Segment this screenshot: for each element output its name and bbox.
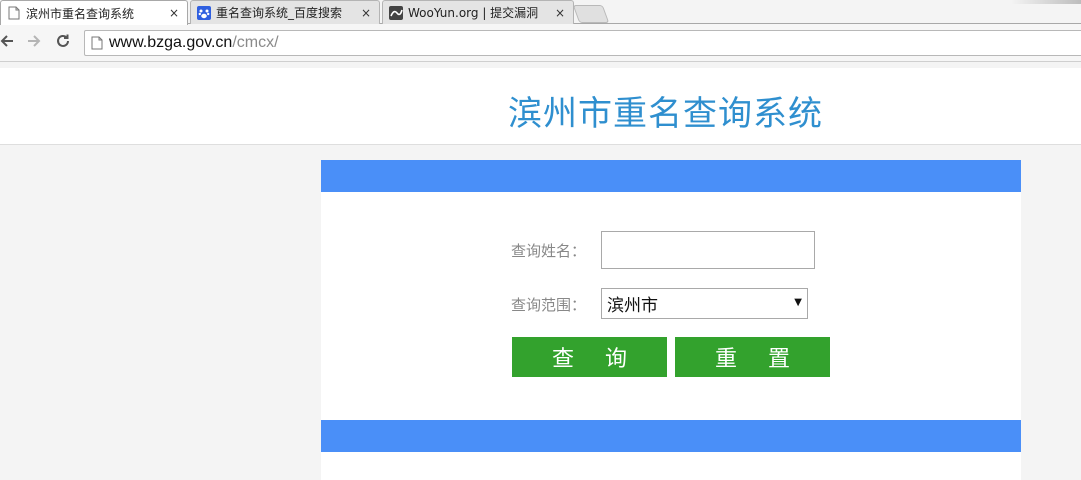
close-icon[interactable]: ×: [555, 5, 565, 21]
url-host: www.bzga.gov.cn: [109, 34, 233, 51]
reset-button[interactable]: 重 置: [675, 337, 830, 377]
reload-button[interactable]: [52, 32, 74, 54]
close-icon[interactable]: ×: [361, 5, 371, 21]
panel-bottom-band: [321, 420, 1021, 452]
browser-toolbar: www.bzga.gov.cn/cmcx/: [0, 24, 1081, 62]
back-arrow-icon: [0, 33, 15, 53]
tab-wooyun-submit[interactable]: WooYun.org | 提交漏洞 ×: [382, 0, 574, 24]
forward-button[interactable]: [23, 32, 45, 54]
window-edge-shadow: [1011, 0, 1081, 4]
name-label: 查询姓名：: [511, 242, 587, 260]
panel-top-band: [321, 160, 1021, 192]
browser-tab-strip: 滨州市重名查询系统 × 重名查询系统_百度搜索 × WooYun.org | 提…: [0, 0, 1081, 25]
tab-title: WooYun.org | 提交漏洞: [408, 6, 539, 20]
tab-bzga-duplicate-name-query[interactable]: 滨州市重名查询系统 ×: [0, 0, 188, 25]
baidu-paw-icon: [197, 5, 211, 20]
page-title: 滨州市重名查询系统: [508, 94, 823, 134]
query-panel: 查询姓名： 查询范围： 滨州市 ▼ 查 询 重 置: [321, 160, 1021, 480]
chevron-down-icon: ▼: [794, 297, 802, 308]
url-path: /cmcx/: [232, 34, 279, 51]
range-select[interactable]: 滨州市 ▼: [601, 288, 808, 319]
tab-title: 重名查询系统_百度搜索: [216, 6, 343, 20]
tab-title: 滨州市重名查询系统: [26, 6, 135, 21]
back-button[interactable]: [0, 32, 18, 54]
range-selected-value: 滨州市: [607, 296, 658, 316]
site-header: 滨州市重名查询系统: [0, 68, 1081, 145]
wooyun-icon: [389, 5, 403, 20]
range-label: 查询范围：: [511, 296, 587, 314]
tab-baidu-search[interactable]: 重名查询系统_百度搜索 ×: [190, 0, 380, 24]
address-bar[interactable]: www.bzga.gov.cn/cmcx/: [84, 30, 1081, 56]
new-tab-button[interactable]: [572, 5, 610, 23]
close-icon[interactable]: ×: [169, 5, 179, 21]
query-button-label: 查 询: [552, 347, 639, 372]
name-input[interactable]: [601, 231, 815, 269]
page-icon: [7, 6, 21, 20]
query-button[interactable]: 查 询: [512, 337, 667, 377]
page-info-icon[interactable]: [91, 36, 103, 50]
forward-arrow-icon: [26, 33, 42, 53]
reset-button-label: 重 置: [715, 347, 802, 372]
reload-icon: [55, 33, 71, 53]
